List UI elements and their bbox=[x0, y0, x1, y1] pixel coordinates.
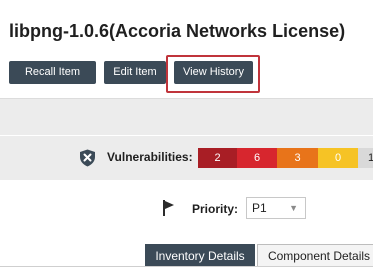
vulnerability-count-critical[interactable]: 2 bbox=[198, 148, 237, 168]
priority-label: Priority: bbox=[192, 202, 239, 216]
vulnerability-count-none[interactable]: 1 bbox=[358, 148, 373, 168]
recall-item-button[interactable]: Recall Item bbox=[9, 61, 96, 84]
tab-inventory-details[interactable]: Inventory Details bbox=[145, 244, 255, 266]
page-title: libpng-1.0.6(Accoria Networks License) bbox=[9, 21, 346, 41]
vulnerability-count-high[interactable]: 6 bbox=[237, 148, 277, 168]
view-history-highlight bbox=[166, 55, 260, 93]
vulnerabilities-label: Vulnerabilities: bbox=[107, 150, 193, 164]
vulnerabilities-row: Vulnerabilities: 2 6 3 0 1 bbox=[0, 148, 373, 168]
empty-info-band bbox=[0, 98, 373, 135]
vulnerability-count-low[interactable]: 0 bbox=[318, 148, 358, 168]
vulnerability-count-medium[interactable]: 3 bbox=[277, 148, 318, 168]
shield-x-icon bbox=[80, 149, 95, 167]
chevron-down-icon: ▼ bbox=[289, 203, 298, 213]
flag-icon bbox=[163, 200, 174, 216]
tab-component-details[interactable]: Component Details bbox=[257, 244, 373, 266]
priority-row: Priority: P1 ▼ bbox=[0, 196, 373, 222]
detail-tabs: Inventory Details Component Details bbox=[0, 244, 373, 267]
priority-selected-value: P1 bbox=[252, 201, 267, 215]
edit-item-button[interactable]: Edit Item bbox=[104, 61, 166, 84]
priority-select[interactable]: P1 ▼ bbox=[246, 197, 306, 219]
